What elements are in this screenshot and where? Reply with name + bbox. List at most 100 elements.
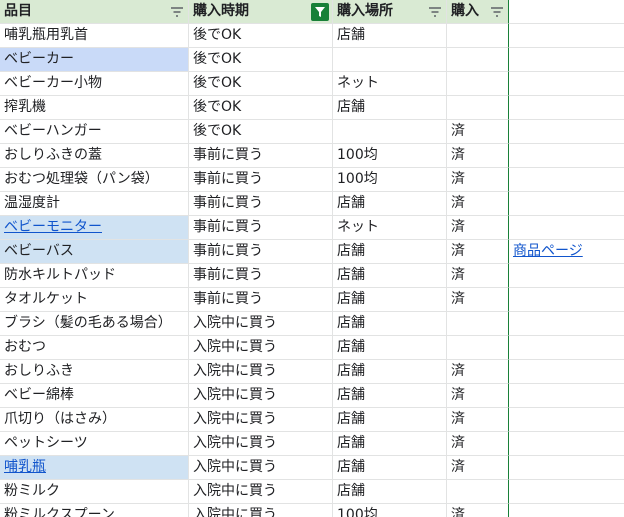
- cell-link[interactable]: [509, 336, 624, 360]
- cell-link[interactable]: [509, 264, 624, 288]
- cell-place[interactable]: 店舗: [333, 384, 447, 408]
- header-cell-extra[interactable]: [509, 0, 624, 24]
- cell-purchased[interactable]: 済: [447, 240, 509, 264]
- cell-item[interactable]: タオルケット: [0, 288, 189, 312]
- cell-link[interactable]: [509, 120, 624, 144]
- cell-place[interactable]: 店舗: [333, 288, 447, 312]
- cell-item[interactable]: おしりふき: [0, 360, 189, 384]
- cell-purchased[interactable]: [447, 72, 509, 96]
- cell-timing[interactable]: 後でOK: [189, 120, 333, 144]
- cell-purchased[interactable]: [447, 48, 509, 72]
- cell-item[interactable]: おしりふきの蓋: [0, 144, 189, 168]
- header-cell-purchased[interactable]: 購入: [447, 0, 509, 24]
- cell-timing[interactable]: 事前に買う: [189, 264, 333, 288]
- cell-link[interactable]: [509, 96, 624, 120]
- cell-place[interactable]: [333, 120, 447, 144]
- cell-timing[interactable]: 入院中に買う: [189, 336, 333, 360]
- cell-purchased[interactable]: [447, 312, 509, 336]
- cell-place[interactable]: 100均: [333, 168, 447, 192]
- cell-place[interactable]: 店舗: [333, 192, 447, 216]
- cell-place[interactable]: 店舗: [333, 96, 447, 120]
- cell-item[interactable]: 粉ミルク: [0, 480, 189, 504]
- cell-item[interactable]: 爪切り（はさみ）: [0, 408, 189, 432]
- cell-link[interactable]: [509, 168, 624, 192]
- cell-timing[interactable]: 入院中に買う: [189, 456, 333, 480]
- cell-place[interactable]: 店舗: [333, 456, 447, 480]
- cell-purchased[interactable]: 済: [447, 288, 509, 312]
- cell-item[interactable]: ベビー綿棒: [0, 384, 189, 408]
- cell-link[interactable]: [509, 288, 624, 312]
- cell-purchased[interactable]: [447, 96, 509, 120]
- cell-purchased[interactable]: 済: [447, 264, 509, 288]
- cell-purchased[interactable]: 済: [447, 408, 509, 432]
- cell-item[interactable]: 粉ミルクスプーン: [0, 504, 189, 517]
- cell-purchased[interactable]: 済: [447, 192, 509, 216]
- cell-link[interactable]: [509, 192, 624, 216]
- cell-timing[interactable]: 入院中に買う: [189, 312, 333, 336]
- cell-item[interactable]: 哺乳瓶用乳首: [0, 24, 189, 48]
- cell-timing[interactable]: 事前に買う: [189, 144, 333, 168]
- cell-item[interactable]: ベビーモニター: [0, 216, 189, 240]
- cell-item[interactable]: おむつ処理袋（パン袋）: [0, 168, 189, 192]
- cell-purchased[interactable]: [447, 24, 509, 48]
- cell-item[interactable]: おむつ: [0, 336, 189, 360]
- cell-item[interactable]: ベビーカー小物: [0, 72, 189, 96]
- cell-place[interactable]: ネット: [333, 72, 447, 96]
- cell-link[interactable]: [509, 24, 624, 48]
- cell-place[interactable]: 店舗: [333, 408, 447, 432]
- cell-link[interactable]: [509, 456, 624, 480]
- cell-purchased[interactable]: 済: [447, 456, 509, 480]
- cell-purchased[interactable]: 済: [447, 432, 509, 456]
- cell-link[interactable]: [509, 408, 624, 432]
- cell-purchased[interactable]: 済: [447, 144, 509, 168]
- cell-timing[interactable]: 事前に買う: [189, 240, 333, 264]
- cell-link[interactable]: [509, 216, 624, 240]
- filter-icon[interactable]: [428, 5, 442, 19]
- cell-place[interactable]: [333, 48, 447, 72]
- cell-link[interactable]: [509, 360, 624, 384]
- cell-timing[interactable]: 入院中に買う: [189, 408, 333, 432]
- cell-timing[interactable]: 入院中に買う: [189, 384, 333, 408]
- cell-link[interactable]: [509, 504, 624, 517]
- cell-purchased[interactable]: 済: [447, 504, 509, 517]
- link-text[interactable]: ベビーモニター: [4, 219, 102, 235]
- cell-item[interactable]: 搾乳機: [0, 96, 189, 120]
- cell-place[interactable]: 店舗: [333, 480, 447, 504]
- cell-place[interactable]: 100均: [333, 144, 447, 168]
- cell-purchased[interactable]: [447, 480, 509, 504]
- cell-place[interactable]: 店舗: [333, 360, 447, 384]
- cell-link[interactable]: [509, 72, 624, 96]
- cell-place[interactable]: 店舗: [333, 240, 447, 264]
- filter-icon[interactable]: [490, 5, 504, 19]
- header-cell-item[interactable]: 品目: [0, 0, 189, 24]
- cell-place[interactable]: 店舗: [333, 336, 447, 360]
- cell-item[interactable]: ブラシ（髪の毛ある場合）: [0, 312, 189, 336]
- link-text[interactable]: 哺乳瓶: [4, 459, 46, 475]
- link-text[interactable]: 商品ページ: [513, 243, 583, 259]
- cell-purchased[interactable]: 済: [447, 384, 509, 408]
- cell-item[interactable]: ベビーバス: [0, 240, 189, 264]
- cell-item[interactable]: ペットシーツ: [0, 432, 189, 456]
- cell-place[interactable]: 店舗: [333, 432, 447, 456]
- cell-link[interactable]: 商品ページ: [509, 240, 624, 264]
- cell-place[interactable]: 店舗: [333, 24, 447, 48]
- header-cell-place[interactable]: 購入場所: [333, 0, 447, 24]
- cell-link[interactable]: [509, 312, 624, 336]
- cell-link[interactable]: [509, 144, 624, 168]
- cell-timing[interactable]: 事前に買う: [189, 168, 333, 192]
- cell-timing[interactable]: 後でOK: [189, 72, 333, 96]
- cell-timing[interactable]: 事前に買う: [189, 192, 333, 216]
- cell-item[interactable]: 哺乳瓶: [0, 456, 189, 480]
- cell-link[interactable]: [509, 384, 624, 408]
- cell-place[interactable]: 店舗: [333, 312, 447, 336]
- header-cell-timing[interactable]: 購入時期: [189, 0, 333, 24]
- cell-timing[interactable]: 入院中に買う: [189, 360, 333, 384]
- cell-timing[interactable]: 入院中に買う: [189, 480, 333, 504]
- cell-timing[interactable]: 後でOK: [189, 48, 333, 72]
- cell-timing[interactable]: 事前に買う: [189, 216, 333, 240]
- cell-link[interactable]: [509, 48, 624, 72]
- filter-icon[interactable]: [170, 5, 184, 19]
- cell-purchased[interactable]: 済: [447, 216, 509, 240]
- cell-timing[interactable]: 入院中に買う: [189, 432, 333, 456]
- cell-purchased[interactable]: 済: [447, 120, 509, 144]
